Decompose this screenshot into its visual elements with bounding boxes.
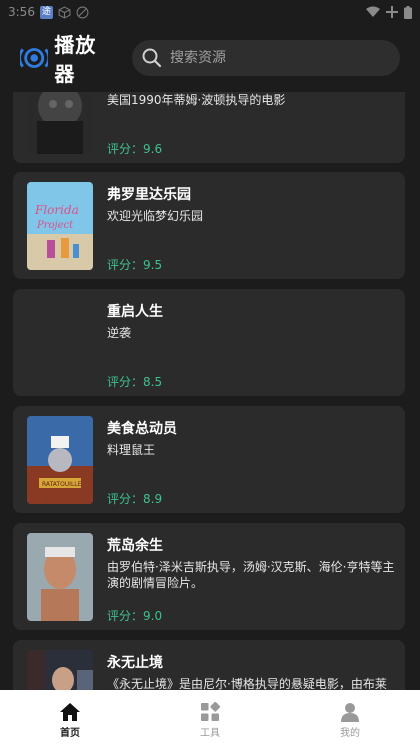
- nav-label-tools: 工具: [200, 728, 220, 739]
- app-logo: 播放器: [20, 29, 114, 87]
- search-bar[interactable]: [132, 40, 400, 76]
- app-notification-icon: 途: [39, 5, 53, 19]
- svg-text:RATATOUILLE: RATATOUILLE: [42, 481, 82, 488]
- broadcast-logo-icon: [20, 48, 49, 68]
- nav-label-home: 首页: [60, 728, 80, 739]
- movie-title: 重启人生: [107, 304, 163, 320]
- poster-image: [27, 533, 93, 621]
- movie-rating: 评分：9.0: [107, 609, 163, 623]
- movie-description: 《永无止境》是由尼尔·博格执导的悬疑电影，由布莱: [107, 677, 387, 690]
- signal-icon: [386, 6, 398, 18]
- cube-icon: [58, 5, 71, 19]
- movie-title: 美食总动员: [107, 421, 177, 437]
- status-bar: 3:56 途: [0, 0, 420, 24]
- svg-text:Florida: Florida: [34, 203, 79, 217]
- svg-text:Project: Project: [36, 220, 74, 231]
- search-input[interactable]: [170, 50, 390, 66]
- wifi-icon: [366, 6, 380, 17]
- movie-title: 弗罗里达乐园: [107, 187, 191, 203]
- movie-description: 由罗伯特·泽米吉斯执导，汤姆·汉克斯、海伦·亨特等主演的剧情冒险片。: [107, 560, 395, 590]
- poster-image: Florida Project: [27, 182, 93, 270]
- poster-image: RATATOUILLE: [27, 416, 93, 504]
- movie-poster: [27, 533, 93, 621]
- movie-poster: RATATOUILLE: [27, 416, 93, 504]
- movie-rating: 评分：8.5: [107, 375, 163, 389]
- app-screen: 3:56 途 美国1990年蒂姆·波顿执导的电影 评分：9.6 Florida …: [0, 0, 420, 747]
- movie-card[interactable]: Florida Project 弗罗里达乐园 欢迎光临梦幻乐园 评分：9.5: [13, 172, 405, 279]
- movie-description: 美国1990年蒂姆·波顿执导的电影: [107, 93, 286, 107]
- tools-icon: [201, 702, 220, 721]
- nav-item-home[interactable]: 首页: [0, 690, 140, 747]
- profile-icon: [341, 703, 359, 722]
- movie-list[interactable]: 美国1990年蒂姆·波顿执导的电影 评分：9.6 Florida Project…: [0, 56, 420, 690]
- nav-label-profile: 我的: [340, 728, 360, 739]
- movie-rating: 评分：9.6: [107, 142, 163, 156]
- bottom-navigation: 首页 工具 我的: [0, 690, 420, 747]
- search-icon[interactable]: [142, 48, 162, 68]
- top-header: 播放器: [0, 24, 420, 92]
- movie-rating: 评分：8.9: [107, 492, 163, 506]
- block-icon: [76, 6, 89, 18]
- nav-item-tools[interactable]: 工具: [140, 690, 280, 747]
- movie-card[interactable]: 重启人生 逆袭 评分：8.5: [13, 289, 405, 396]
- movie-card[interactable]: 荒岛余生 由罗伯特·泽米吉斯执导，汤姆·汉克斯、海伦·亨特等主演的剧情冒险片。 …: [13, 523, 405, 630]
- movie-description: 料理鼠王: [107, 443, 156, 457]
- movie-poster: Florida Project: [27, 182, 93, 270]
- status-time: 3:56: [8, 5, 35, 19]
- nav-item-profile[interactable]: 我的: [280, 690, 420, 747]
- movie-card[interactable]: RATATOUILLE 美食总动员 料理鼠王 评分：8.9: [13, 406, 405, 513]
- home-icon: [60, 703, 80, 721]
- movie-rating: 评分：9.5: [107, 258, 163, 272]
- movie-card[interactable]: 永无止境 《永无止境》是由尼尔·博格执导的悬疑电影，由布莱: [13, 640, 405, 690]
- poster-image: [27, 650, 93, 690]
- app-title: 播放器: [54, 33, 97, 86]
- movie-description: 逆袭: [107, 326, 132, 340]
- movie-poster: [27, 650, 93, 690]
- movie-title: 永无止境: [107, 655, 163, 671]
- movie-description: 欢迎光临梦幻乐园: [107, 209, 204, 223]
- movie-title: 荒岛余生: [107, 538, 163, 554]
- battery-icon: [404, 5, 412, 19]
